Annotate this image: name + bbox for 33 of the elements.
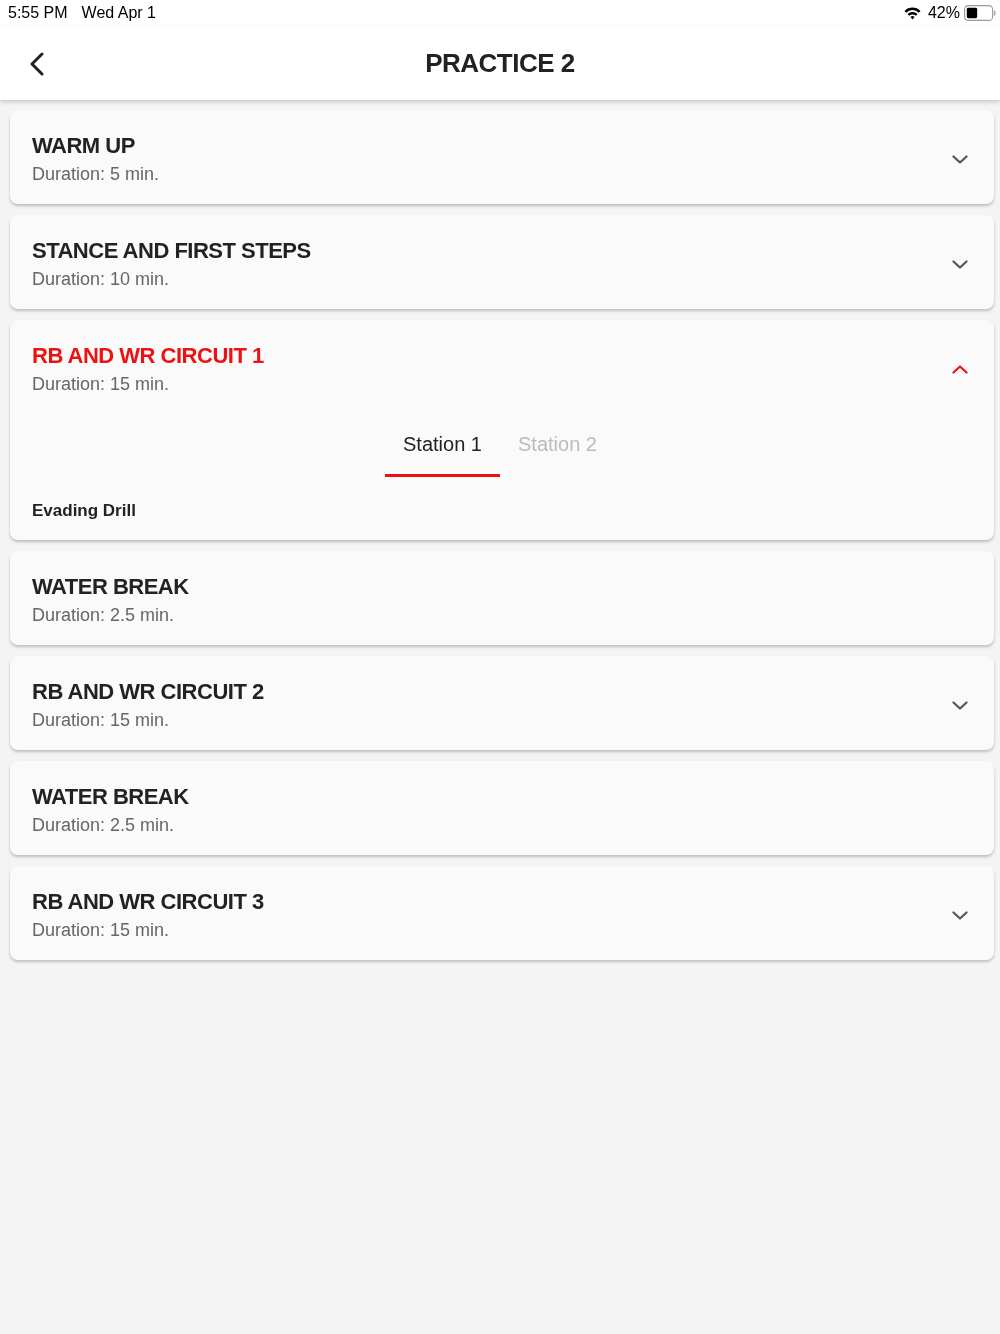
chevron-down-icon[interactable] — [952, 154, 968, 164]
section-title: STANCE AND FIRST STEPS — [32, 238, 311, 264]
back-icon — [30, 52, 44, 76]
battery-percent: 42% — [927, 4, 960, 22]
status-date: Wed Apr 1 — [81, 4, 156, 22]
chevron-down-icon[interactable] — [952, 259, 968, 269]
station-tab[interactable]: Station 1 — [385, 425, 500, 477]
section-title: RB AND WR CIRCUIT 2 — [32, 679, 264, 705]
section-duration: Duration: 2.5 min. — [32, 814, 176, 836]
status-time: 5:55 PM — [8, 4, 68, 22]
section-card[interactable]: RB AND WR CIRCUIT 3 Duration: 15 min. — [10, 866, 994, 960]
page-title: PRACTICE 2 — [425, 47, 575, 79]
section-duration: Duration: 10 min. — [32, 268, 171, 290]
section-title: WATER BREAK — [32, 574, 189, 600]
section-card[interactable]: WARM UP Duration: 5 min. — [10, 110, 994, 204]
section-duration: Duration: 15 min. — [32, 919, 171, 941]
section-title: WARM UP — [32, 133, 136, 159]
section-title: RB AND WR CIRCUIT 1 — [32, 343, 264, 369]
battery-icon — [964, 5, 996, 21]
section-duration: Duration: 5 min. — [32, 163, 160, 185]
section-card[interactable]: RB AND WR CIRCUIT 2 Duration: 15 min. — [10, 656, 994, 750]
chevron-up-icon[interactable] — [952, 364, 968, 374]
chevron-down-icon[interactable] — [952, 910, 968, 920]
section-duration: Duration: 2.5 min. — [32, 604, 176, 626]
wifi-icon — [902, 6, 922, 20]
section-title: WATER BREAK — [32, 784, 189, 810]
section-card[interactable]: RB AND WR CIRCUIT 1 Duration: 15 min. Station 1 Station 2 Evading Drill — [10, 320, 994, 540]
section-duration: Duration: 15 min. — [32, 373, 171, 395]
section-duration: Duration: 15 min. — [32, 709, 171, 731]
drill-name: Evading Drill — [32, 501, 136, 521]
chevron-down-icon[interactable] — [952, 700, 968, 710]
section-title: RB AND WR CIRCUIT 3 — [32, 889, 264, 915]
section-card[interactable]: STANCE AND FIRST STEPS Duration: 10 min. — [10, 215, 994, 309]
